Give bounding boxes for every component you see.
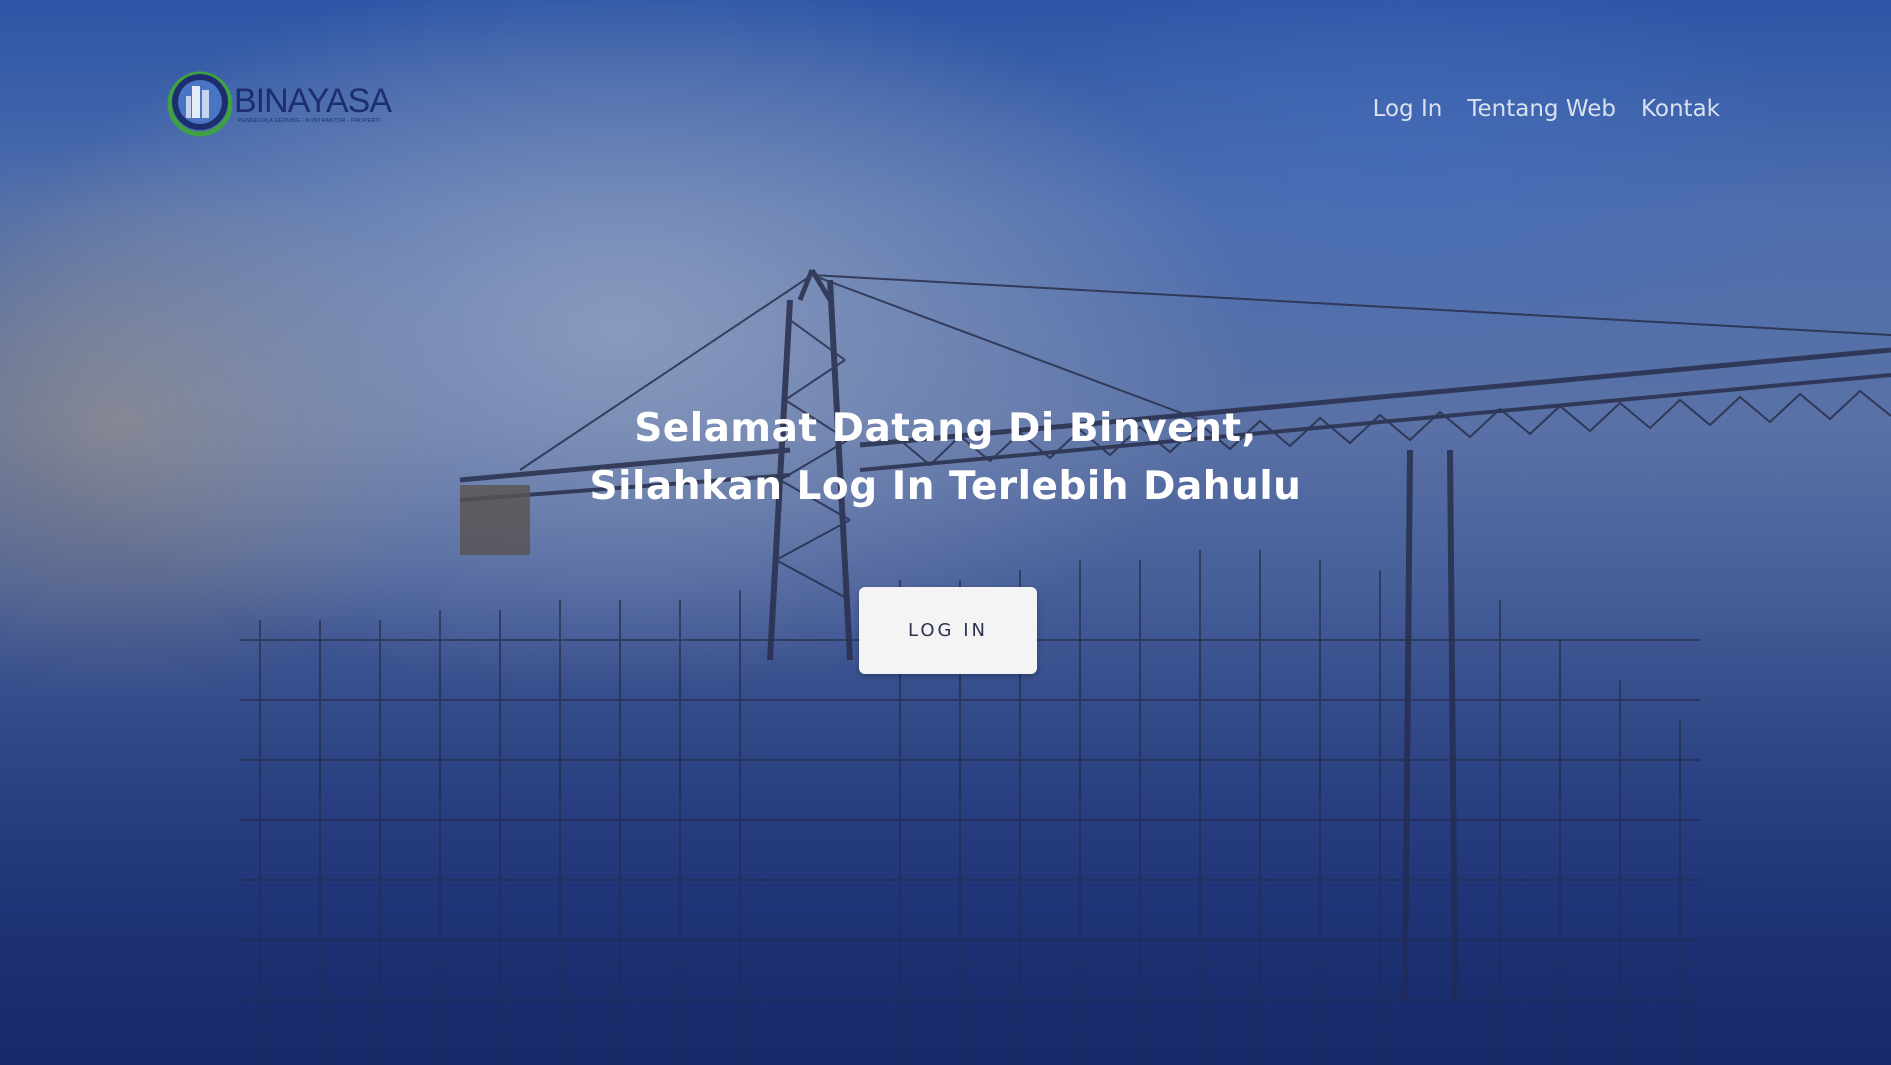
nav-link-tentang-web[interactable]: Tentang Web <box>1467 96 1616 122</box>
top-navigation: Log In Tentang Web Kontak <box>1373 96 1720 122</box>
hero-section <box>0 0 1891 1065</box>
hero-headline-line-1: Selamat Datang Di Binvent, <box>634 406 1257 451</box>
log-in-button[interactable]: LOG IN <box>859 587 1037 674</box>
brand-tagline: PENGELOLA GEDUNG - KONTRAKTOR - PROPERTI <box>238 118 381 124</box>
nav-link-kontak[interactable]: Kontak <box>1641 96 1720 122</box>
hero-headline: Selamat Datang Di Binvent, Silahkan Log … <box>0 400 1891 516</box>
brand-logo[interactable]: BINAYASA PENGELOLA GEDUNG - KONTRAKTOR -… <box>166 70 396 145</box>
construction-background-image <box>240 268 1891 1065</box>
brand-name: BINAYASA <box>234 82 392 120</box>
building-globe-logo-icon <box>167 71 233 137</box>
hero-headline-line-2: Silahkan Log In Terlebih Dahulu <box>589 464 1302 509</box>
nav-link-log-in[interactable]: Log In <box>1373 96 1443 122</box>
